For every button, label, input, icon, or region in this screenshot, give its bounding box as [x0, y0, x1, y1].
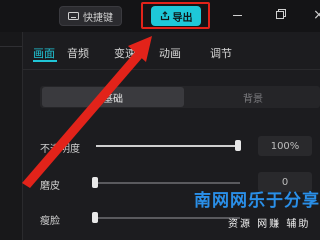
left-panel-divider: [0, 46, 22, 47]
tab-animation[interactable]: 动画: [159, 45, 181, 61]
opacity-slider-thumb[interactable]: [235, 140, 241, 151]
tab-picture[interactable]: 画面: [33, 45, 55, 61]
close-icon[interactable]: ×: [313, 6, 320, 24]
subtab-background[interactable]: 背景: [186, 87, 320, 107]
tab-adjust[interactable]: 调节: [210, 45, 232, 61]
smooth-label: 磨皮: [40, 181, 60, 192]
active-tab-indicator: [33, 60, 57, 62]
property-tabs: 画面 音频 变速 动画 调节: [23, 32, 320, 70]
tab-audio[interactable]: 音频: [67, 45, 89, 61]
subtab-basic[interactable]: 基础: [42, 87, 184, 107]
opacity-value-input[interactable]: 100%: [258, 136, 312, 156]
left-panel: [0, 32, 22, 240]
keyboard-icon: [68, 12, 79, 20]
shortcut-label: 快捷键: [83, 12, 113, 24]
annotation-highlight-box: [141, 2, 210, 29]
shortcut-button[interactable]: 快捷键: [59, 6, 122, 26]
opacity-slider-fill: [96, 145, 240, 147]
opacity-label: 不透明度: [40, 144, 80, 155]
restore-icon[interactable]: [276, 9, 286, 19]
slim-slider-thumb[interactable]: [92, 212, 98, 223]
slim-label: 瘦脸: [40, 216, 60, 227]
tab-speed[interactable]: 变速: [114, 45, 136, 61]
watermark-subtext: 资源 网赚 辅助: [228, 219, 311, 230]
smooth-slider-track[interactable]: [96, 182, 240, 184]
watermark-text: 南网网乐于分享: [194, 191, 320, 211]
minimize-icon[interactable]: [233, 15, 242, 16]
slim-slider-track[interactable]: [96, 217, 240, 219]
smooth-slider-thumb[interactable]: [92, 177, 98, 188]
